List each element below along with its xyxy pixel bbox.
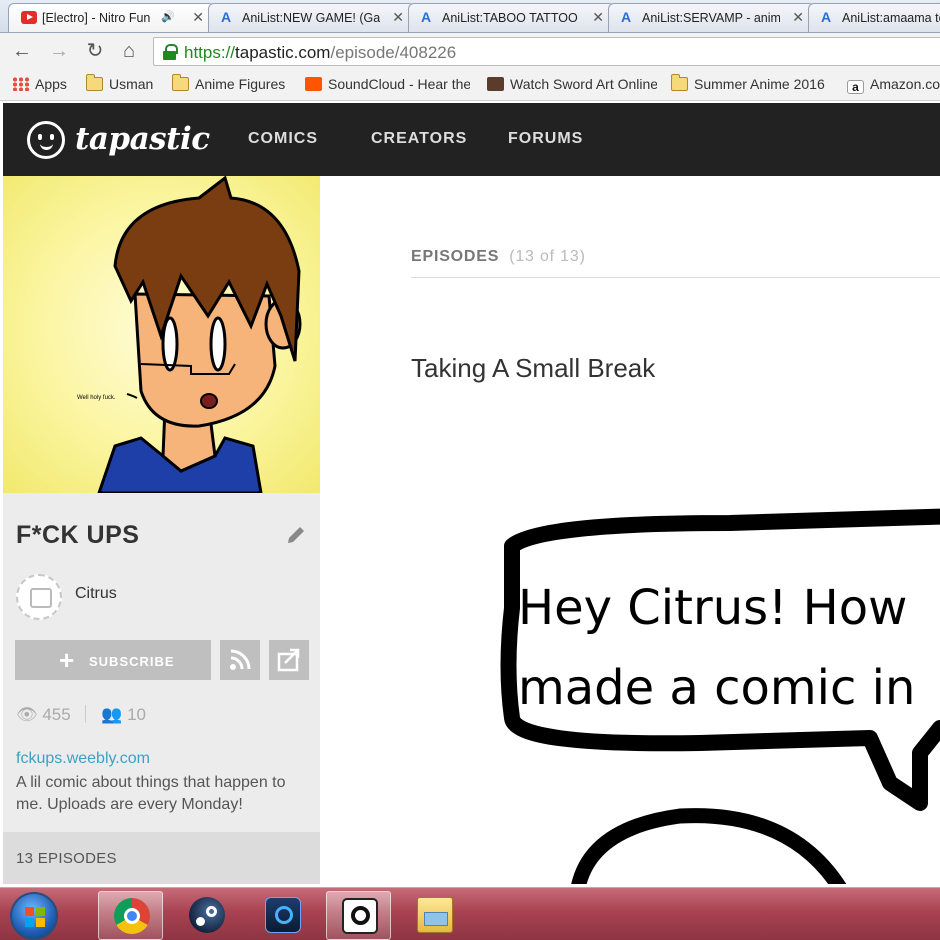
subscribe-button[interactable]: + SUBSCRIBE [15, 640, 211, 680]
subscribers-icon: 👥 [101, 705, 123, 724]
cover-illustration: Well holy fuck. [77, 176, 302, 493]
tapastic-logo[interactable]: tapastic [27, 119, 217, 161]
rss-icon [230, 649, 251, 670]
taskbar-steam[interactable] [174, 891, 239, 940]
chrome-icon [114, 898, 150, 934]
bookmark-anime-figures[interactable]: Anime Figures [171, 74, 285, 96]
url-text: https://tapastic.com/episode/408226 [184, 43, 457, 62]
episodes-count[interactable]: (13 of 13) [509, 248, 585, 265]
address-bar[interactable]: https://tapastic.com/episode/408226 [153, 37, 940, 66]
apps-grid-icon [12, 77, 29, 91]
close-icon[interactable]: ✕ [392, 9, 404, 26]
stats-divider [85, 705, 87, 723]
anilist-icon: A [421, 9, 432, 25]
lock-icon [163, 44, 178, 60]
series-stats: 👁 455 👥 10 [16, 705, 146, 725]
tab-anilist-amaama[interactable]: A AniList:amaama to [808, 3, 940, 32]
eye-icon: 👁 [16, 705, 38, 724]
browser-tab-strip: [Electro] - Nitro Fun 🔊 ✕ A AniList:NEW … [0, 0, 940, 33]
speech-bubble-text: Hey Citrus! How made a comic in [518, 568, 915, 728]
episode-count-label: 13 EPISODES [16, 850, 117, 867]
series-website-link[interactable]: fckups.weebly.com [16, 750, 150, 768]
tab-title: AniList:TABOO TATTOO [442, 11, 578, 25]
bookmark-soundcloud[interactable]: SoundCloud - Hear the [305, 76, 470, 96]
folder-icon [85, 74, 103, 91]
cover-caption: Well holy fuck. [77, 395, 116, 401]
episode-title: Taking A Small Break [411, 353, 656, 383]
start-button[interactable] [10, 892, 58, 940]
share-button[interactable] [269, 640, 309, 680]
bookmarks-bar: Apps Usman Anime Figures SoundCloud - He… [0, 70, 940, 101]
episode-main: EPISODES (13 of 13) Taking A Small Break … [320, 176, 940, 884]
site-header: tapastic COMICS CREATORS FORUMS [3, 103, 940, 176]
windows-taskbar [0, 887, 940, 940]
back-arrow-icon[interactable]: ← [10, 39, 34, 63]
speech-line-1: Hey Citrus! How [518, 580, 908, 636]
speech-line-2: made a comic in [518, 660, 916, 716]
episode-count-bar[interactable]: 13 EPISODES [3, 832, 320, 884]
plus-icon: + [59, 645, 76, 675]
taskbar-chrome[interactable] [98, 891, 163, 940]
windows-logo-icon [25, 907, 45, 927]
taskbar-tapastic[interactable] [326, 891, 391, 940]
forward-arrow-icon[interactable]: → [47, 39, 71, 63]
episodes-header: EPISODES (13 of 13) [411, 248, 586, 266]
smiley-logo-icon [27, 121, 65, 159]
reload-icon[interactable]: ↻ [83, 39, 107, 63]
anilist-icon: A [821, 9, 832, 25]
pencil-edit-icon[interactable] [285, 524, 307, 546]
close-icon[interactable]: ✕ [792, 9, 804, 26]
tab-anilist-new-game[interactable]: A AniList:NEW GAME! (Gam ✕ [208, 3, 415, 32]
view-count: 455 [42, 705, 71, 724]
series-sidebar: Well holy fuck. F*CK UPS Citrus + SUBSCR… [3, 176, 320, 884]
taskbar-battle-net[interactable] [250, 891, 315, 940]
close-icon[interactable]: ✕ [192, 9, 204, 26]
bookmark-summer-anime-2016[interactable]: Summer Anime 2016 [670, 74, 825, 96]
nav-creators[interactable]: CREATORS [371, 130, 467, 148]
sword-art-online-icon [487, 77, 504, 91]
battle-net-icon [265, 897, 301, 933]
folder-icon [171, 74, 189, 91]
nav-forums[interactable]: FORUMS [508, 130, 583, 148]
subscriber-count: 10 [127, 705, 146, 724]
home-icon[interactable]: ⌂ [117, 39, 141, 63]
bookmark-apps[interactable]: Apps [12, 76, 67, 96]
tab-title: [Electro] - Nitro Fun [42, 11, 151, 25]
folder-icon [670, 74, 688, 91]
tab-youtube[interactable]: [Electro] - Nitro Fun 🔊 ✕ [8, 3, 215, 32]
anilist-icon: A [621, 9, 632, 25]
subscribe-label: SUBSCRIBE [89, 654, 175, 669]
youtube-icon [21, 11, 37, 24]
tab-anilist-servamp[interactable]: A AniList:SERVAMP - anim ✕ [608, 3, 815, 32]
steam-icon [189, 897, 225, 933]
tapastic-app-icon [342, 898, 378, 934]
anilist-icon: A [221, 9, 232, 25]
rss-button[interactable] [220, 640, 260, 680]
bookmark-usman[interactable]: Usman [85, 74, 153, 96]
close-icon[interactable]: ✕ [592, 9, 604, 26]
bookmark-amazon[interactable]: aAmazon.com [847, 76, 940, 96]
divider [411, 277, 940, 278]
logo-text: tapastic [75, 121, 210, 157]
soundcloud-icon [305, 77, 322, 91]
tab-title: AniList:NEW GAME! (Gam [242, 11, 380, 25]
nav-comics[interactable]: COMICS [248, 130, 318, 148]
tab-title: AniList:SERVAMP - anim [642, 11, 780, 25]
tab-anilist-taboo-tattoo[interactable]: A AniList:TABOO TATTOO ✕ [408, 3, 615, 32]
author-name[interactable]: Citrus [75, 585, 117, 603]
browser-toolbar: ← → ↻ ⌂ https://tapastic.com/episode/408… [0, 33, 940, 70]
episodes-label: EPISODES [411, 248, 500, 265]
author-avatar[interactable] [16, 574, 62, 620]
speaker-icon: 🔊 [161, 11, 175, 23]
series-description: A lil comic about things that happen to … [16, 774, 286, 813]
share-icon [277, 648, 300, 672]
series-cover-image[interactable]: Well holy fuck. [3, 176, 320, 493]
tab-title: AniList:amaama to [842, 11, 940, 25]
taskbar-file-explorer[interactable] [402, 891, 467, 940]
folder-icon [417, 897, 453, 933]
bookmark-sword-art-online[interactable]: Watch Sword Art Online [487, 76, 657, 96]
series-title: F*CK UPS [16, 521, 140, 549]
amazon-icon: a [847, 80, 864, 94]
